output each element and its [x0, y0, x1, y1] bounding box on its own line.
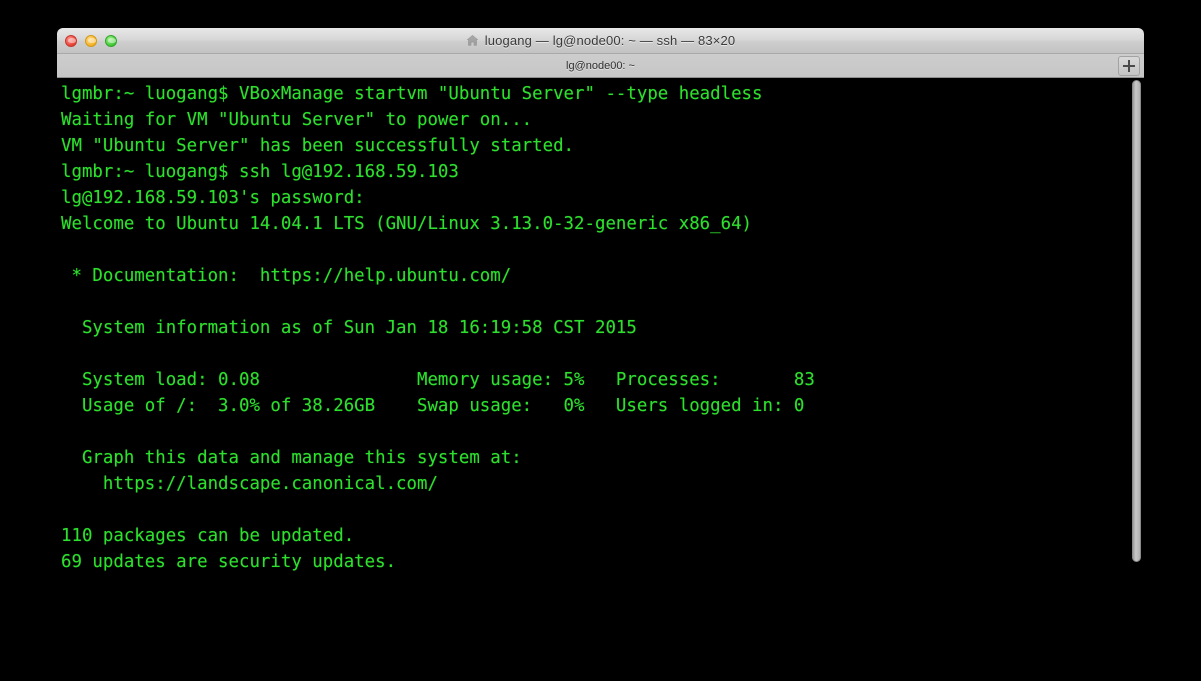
- terminal-line: VM "Ubuntu Server" has been successfully…: [61, 136, 575, 156]
- terminal-text: lgmbr:~ luogang$ VBoxManage startvm "Ubu…: [57, 81, 1144, 601]
- new-tab-button[interactable]: [1118, 56, 1140, 76]
- terminal-window: luogang — lg@node00: ~ — ssh — 83×20 lg@…: [57, 28, 1144, 601]
- tab-bar: lg@node00: ~: [57, 54, 1144, 78]
- window-title-text: luogang — lg@node00: ~ — ssh — 83×20: [484, 33, 736, 48]
- tab-lg-node00[interactable]: lg@node00: ~: [556, 54, 645, 78]
- terminal-line: * Documentation: https://help.ubuntu.com…: [61, 266, 512, 286]
- terminal-line: lgmbr:~ luogang$ ssh lg@192.168.59.103: [61, 162, 459, 182]
- terminal-line: Graph this data and manage this system a…: [61, 448, 522, 468]
- terminal-line: Waiting for VM "Ubuntu Server" to power …: [61, 110, 533, 130]
- window-titlebar[interactable]: luogang — lg@node00: ~ — ssh — 83×20: [57, 28, 1144, 54]
- terminal-output-area[interactable]: lgmbr:~ luogang$ VBoxManage startvm "Ubu…: [57, 78, 1144, 601]
- terminal-line: lgmbr:~ luogang$ VBoxManage startvm "Ubu…: [61, 84, 763, 104]
- plus-icon-horizontal: [1123, 65, 1135, 67]
- terminal-line: System load: 0.08 Memory usage: 5% Proce…: [61, 370, 815, 390]
- terminal-line: Usage of /: 3.0% of 38.26GB Swap usage: …: [61, 396, 805, 416]
- scrollbar-thumb[interactable]: [1132, 80, 1141, 562]
- desktop-background: luogang — lg@node00: ~ — ssh — 83×20 lg@…: [0, 0, 1201, 681]
- minimize-button[interactable]: [85, 35, 97, 47]
- window-title: luogang — lg@node00: ~ — ssh — 83×20: [466, 33, 736, 48]
- window-controls: [65, 28, 117, 54]
- terminal-line: https://landscape.canonical.com/: [61, 474, 438, 494]
- terminal-line: Welcome to Ubuntu 14.04.1 LTS (GNU/Linux…: [61, 214, 753, 234]
- maximize-button[interactable]: [105, 35, 117, 47]
- terminal-line: System information as of Sun Jan 18 16:1…: [61, 318, 637, 338]
- terminal-line: 110 packages can be updated.: [61, 526, 355, 546]
- terminal-line: lg@192.168.59.103's password:: [61, 188, 365, 208]
- home-icon: [466, 34, 479, 46]
- close-button[interactable]: [65, 35, 77, 47]
- terminal-line: 69 updates are security updates.: [61, 552, 397, 572]
- terminal-scrollbar[interactable]: [1129, 78, 1144, 601]
